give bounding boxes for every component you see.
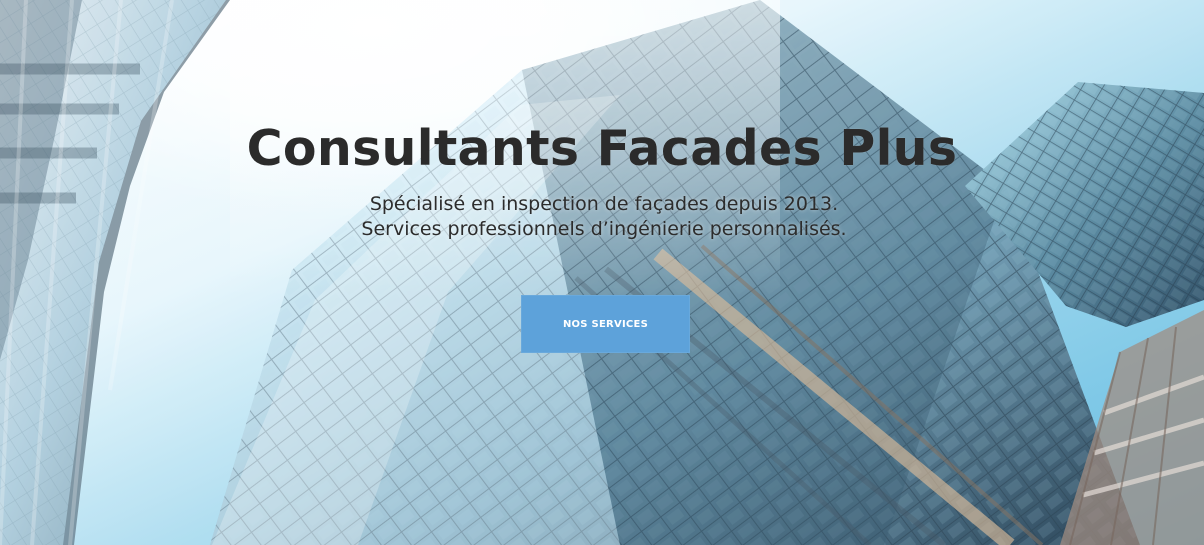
hero-content: Consultants Facades Plus Spécialisé en i… — [0, 0, 1204, 545]
services-button[interactable]: NOS SERVICES — [521, 295, 690, 353]
hero-subtitle-line-2: Services professionnels d’ingénierie per… — [361, 218, 847, 240]
hero-banner: Consultants Facades Plus Spécialisé en i… — [0, 0, 1204, 545]
hero-subtitle: Spécialisé en inspection de façades depu… — [318, 192, 890, 242]
hero-subtitle-line-1: Spécialisé en inspection de façades depu… — [369, 193, 839, 215]
hero-title: Consultants Facades Plus — [246, 120, 958, 177]
